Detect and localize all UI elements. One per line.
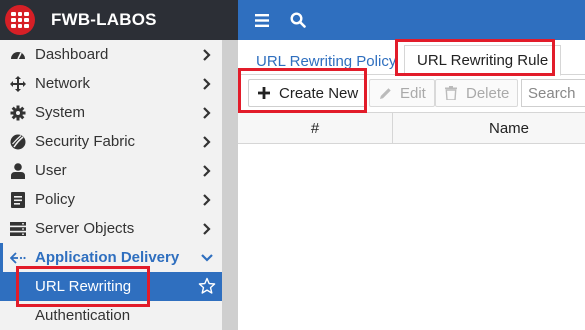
fortinet-logo bbox=[5, 5, 35, 35]
network-icon bbox=[9, 75, 27, 93]
sidebar-item-network[interactable]: Network bbox=[0, 69, 222, 98]
sidebar-item-label: Application Delivery bbox=[35, 249, 180, 266]
tab-url-rewriting-rule[interactable]: URL Rewriting Rule bbox=[404, 45, 562, 76]
sidebar-item-label: Dashboard bbox=[35, 46, 109, 63]
chevron-right-icon bbox=[203, 78, 211, 90]
gear-icon bbox=[9, 104, 27, 122]
sidebar-item-label: Network bbox=[35, 75, 91, 92]
sidebar-item-label: URL Rewriting bbox=[35, 278, 132, 295]
create-new-label: Create New bbox=[279, 84, 359, 102]
column-header-name[interactable]: Name bbox=[393, 113, 585, 143]
server-icon bbox=[9, 220, 27, 238]
brand-area: FWB-LABOS bbox=[0, 0, 238, 40]
chevron-right-icon bbox=[203, 107, 211, 119]
plus-icon bbox=[257, 86, 271, 100]
pencil-icon bbox=[378, 86, 392, 100]
device-name: FWB-LABOS bbox=[51, 10, 157, 29]
app-delivery-icon bbox=[9, 249, 27, 267]
chevron-down-icon bbox=[201, 254, 213, 262]
chevron-right-icon bbox=[203, 194, 211, 206]
sidebar-item-label: Authentication bbox=[35, 307, 131, 324]
edit-label: Edit bbox=[400, 84, 426, 102]
sidebar-item-label: Security Fabric bbox=[35, 133, 136, 150]
table-header: # Name bbox=[238, 112, 585, 144]
edit-button[interactable]: Edit bbox=[369, 79, 435, 107]
hamburger-menu-icon[interactable] bbox=[251, 9, 273, 31]
sidebar-item-system[interactable]: System bbox=[0, 98, 222, 127]
chevron-right-icon bbox=[203, 136, 211, 148]
chevron-right-icon bbox=[203, 165, 211, 177]
star-icon[interactable] bbox=[198, 277, 216, 295]
sidebar-item-url-rewriting[interactable]: URL Rewriting bbox=[0, 272, 222, 301]
sidebar-item-security-fabric[interactable]: Security Fabric bbox=[0, 127, 222, 156]
search-icon[interactable] bbox=[287, 9, 309, 31]
search-input[interactable] bbox=[521, 79, 585, 107]
security-fabric-icon bbox=[9, 133, 27, 151]
sidebar-item-dashboard[interactable]: Dashboard bbox=[0, 40, 222, 69]
chevron-right-icon bbox=[203, 49, 211, 61]
delete-label: Delete bbox=[466, 84, 510, 102]
sidebar-item-label: Server Objects bbox=[35, 220, 135, 237]
toolbar: Create New Edit Delete bbox=[238, 76, 585, 112]
user-icon bbox=[9, 162, 27, 180]
top-bar: FWB-LABOS bbox=[0, 0, 585, 40]
chevron-right-icon bbox=[203, 223, 211, 235]
main-content: URL Rewriting Policy URL Rewriting Rule … bbox=[238, 40, 585, 330]
sidebar-item-authentication[interactable]: Authentication bbox=[0, 301, 222, 330]
column-header-number[interactable]: # bbox=[238, 113, 393, 143]
sidebar-item-application-delivery[interactable]: Application Delivery bbox=[0, 243, 222, 272]
sidebar-nav: Dashboard Network System Security Fabric… bbox=[0, 40, 222, 330]
sidebar-item-label: User bbox=[35, 162, 67, 179]
sidebar-item-server-objects[interactable]: Server Objects bbox=[0, 214, 222, 243]
sidebar-item-user[interactable]: User bbox=[0, 156, 222, 185]
sidebar-item-policy[interactable]: Policy bbox=[0, 185, 222, 214]
sidebar-item-label: System bbox=[35, 104, 86, 121]
trash-icon bbox=[444, 86, 458, 100]
sidebar-item-label: Policy bbox=[35, 191, 76, 208]
delete-button[interactable]: Delete bbox=[435, 79, 519, 107]
create-new-button[interactable]: Create New bbox=[248, 79, 368, 107]
tab-url-rewriting-policy[interactable]: URL Rewriting Policy bbox=[256, 47, 396, 75]
policy-icon bbox=[9, 191, 27, 209]
tab-bar: URL Rewriting Policy URL Rewriting Rule bbox=[238, 40, 585, 76]
sidebar-scrollbar[interactable] bbox=[222, 40, 238, 330]
dashboard-icon bbox=[9, 46, 27, 64]
